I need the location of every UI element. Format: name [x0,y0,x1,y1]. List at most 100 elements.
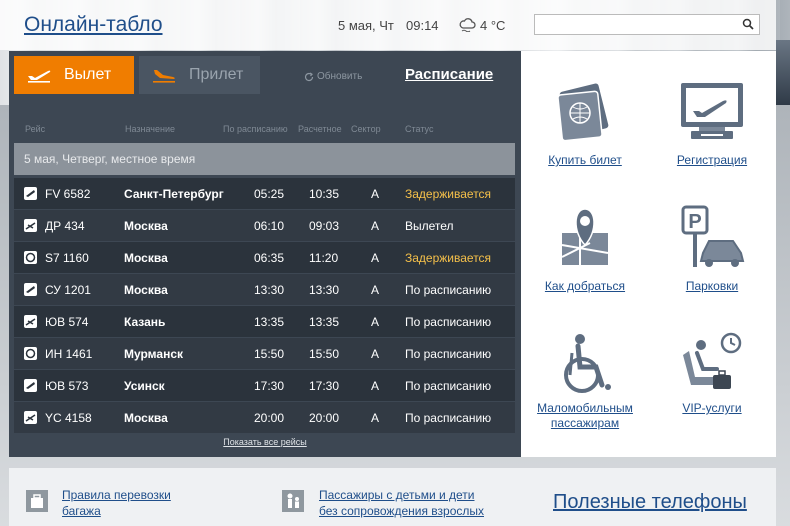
flight-scheduled-time: 05:25 [254,187,285,201]
departure-plane-icon [28,70,51,83]
flight-sector: A [371,379,380,393]
flight-number: ДР 434 [45,219,85,233]
top-bar: Онлайн-табло 5 мая, Чт 09:14 4 °C [0,0,776,50]
tab-departure[interactable]: Вылет [14,56,134,94]
flight-status: Задерживается [405,251,492,265]
registration-service[interactable]: Регистрация [648,79,776,168]
flight-number: FV 6582 [45,187,91,201]
flight-row[interactable]: ЮВ 574 Казань 13:35 13:35 A По расписанию [14,305,515,337]
flight-scheduled-time: 13:35 [254,315,285,329]
flight-destination: Москва [124,219,168,233]
flight-number: YC 4158 [45,411,92,425]
cloud-icon [459,18,476,32]
flight-sector: A [371,347,380,361]
flight-row[interactable]: YC 4158 Москва 20:00 20:00 A По расписанию [14,401,515,433]
wheelchair-icon [564,334,611,393]
reduced-mobility-label-line2: пассажирам [550,416,620,430]
children-passengers-link[interactable]: Пассажиры с детьми и дети без сопровожден… [319,487,484,519]
flight-sector: A [371,411,380,425]
flight-row[interactable]: СУ 1201 Москва 13:30 13:30 A По расписанию [14,273,515,305]
flight-scheduled-time: 17:30 [254,379,285,393]
baggage-rules-line1: Правила перевозки [62,488,171,502]
tab-arrival[interactable]: Прилет [139,56,260,94]
flight-status: По расписанию [405,315,492,329]
airline-logo-icon [24,187,37,200]
children-passengers-line1: Пассажиры с детьми и дети [319,488,475,502]
flight-sector: A [371,283,380,297]
date-row: 5 мая, Четверг, местное время [14,143,515,175]
checkin-monitor-icon [681,83,743,139]
flight-scheduled-time: 06:35 [254,251,285,265]
flight-estimated-time: 20:00 [309,411,340,425]
search-input[interactable] [535,15,735,34]
reduced-mobility-service[interactable]: Маломобильным пассажирам [521,331,649,431]
flight-sector: A [371,187,380,201]
refresh-icon [304,71,314,81]
column-header-flight: Рейс [25,124,46,134]
search-box [534,14,760,35]
flight-board: Вылет Прилет Обновить Расписание Рейс На… [9,51,521,457]
flight-row[interactable]: ЮВ 573 Усинск 17:30 17:30 A По расписанию [14,369,515,401]
directions-label[interactable]: Как добраться [521,279,649,294]
column-header-sector: Сектор [351,124,381,134]
flight-list: FV 6582 Санкт-Петербург 05:25 10:35 A Задержи… [14,177,515,433]
flight-number: ЮВ 574 [45,315,89,329]
flight-destination: Усинск [124,379,165,393]
arrival-plane-icon [153,70,175,83]
reduced-mobility-label[interactable]: Маломобильным пассажирам [521,401,649,431]
airline-logo-icon [24,379,37,392]
airline-logo-icon [24,219,37,232]
search-icon[interactable] [742,18,754,30]
footer-links: Правила перевозки багажа Пассажиры с деть… [9,468,776,526]
airline-logo-icon [24,411,37,424]
flight-row[interactable]: S7 1160 Москва 06:35 11:20 A Задерживается [14,241,515,273]
flight-row[interactable]: ДР 434 Москва 06:10 09:03 A Вылетел [14,209,515,241]
baggage-rules-line2: багажа [62,504,101,518]
airline-logo-icon [24,251,37,264]
useful-phones-link[interactable]: Полезные телефоны [553,491,747,514]
airline-logo-icon [24,347,37,360]
airline-logo-icon [24,315,37,328]
flight-sector: A [371,251,380,265]
flight-scheduled-time: 13:30 [254,283,285,297]
flight-scheduled-time: 06:10 [254,219,285,233]
tab-departure-label: Вылет [64,66,112,83]
buy-ticket-service[interactable]: Купить билет [521,79,649,168]
flight-status: Вылетел [405,219,454,233]
flight-scheduled-time: 15:50 [254,347,285,361]
parking-label[interactable]: Парковки [648,279,776,294]
vip-lounge-icon [683,332,742,389]
schedule-link[interactable]: Расписание [405,66,493,83]
flight-status: По расписанию [405,283,492,297]
show-all-flights-link[interactable]: Показать все рейсы [9,437,521,447]
flight-destination: Казань [124,315,166,329]
services-panel: Купить билет Регистрация Как добраться P [521,51,776,457]
flight-status: Задерживается [405,187,492,201]
flight-estimated-time: 10:35 [309,187,340,201]
page-title[interactable]: Онлайн-табло [24,13,163,37]
registration-label[interactable]: Регистрация [648,153,776,168]
reduced-mobility-label-line1: Маломобильным [537,401,633,415]
parking-service[interactable]: P Парковки [648,203,776,294]
flight-estimated-time: 17:30 [309,379,340,393]
flight-destination: Москва [124,251,168,265]
refresh-label: Обновить [317,71,363,82]
vip-label[interactable]: VIP-услуги [648,401,776,416]
refresh-button[interactable]: Обновить [304,71,362,82]
buy-ticket-label[interactable]: Купить билет [521,153,649,168]
flight-sector: A [371,219,380,233]
map-pin-icon [561,208,609,265]
flight-scheduled-time: 20:00 [254,411,285,425]
flight-destination: Мурманск [124,347,184,361]
flight-row[interactable]: FV 6582 Санкт-Петербург 05:25 10:35 A Задержи… [14,177,515,209]
flight-destination: Москва [124,411,168,425]
flight-row[interactable]: ИН 1461 Мурманск 15:50 15:50 A По расписанию [14,337,515,369]
vip-service[interactable]: VIP-услуги [648,331,776,416]
flight-number: СУ 1201 [45,283,91,297]
flight-number: ЮВ 573 [45,379,89,393]
tab-arrival-label: Прилет [189,66,244,83]
baggage-rules-link[interactable]: Правила перевозки багажа [62,487,171,519]
column-header-scheduled: По расписанию [223,124,288,134]
directions-service[interactable]: Как добраться [521,203,649,294]
current-date: 5 мая, Чт [338,18,394,33]
